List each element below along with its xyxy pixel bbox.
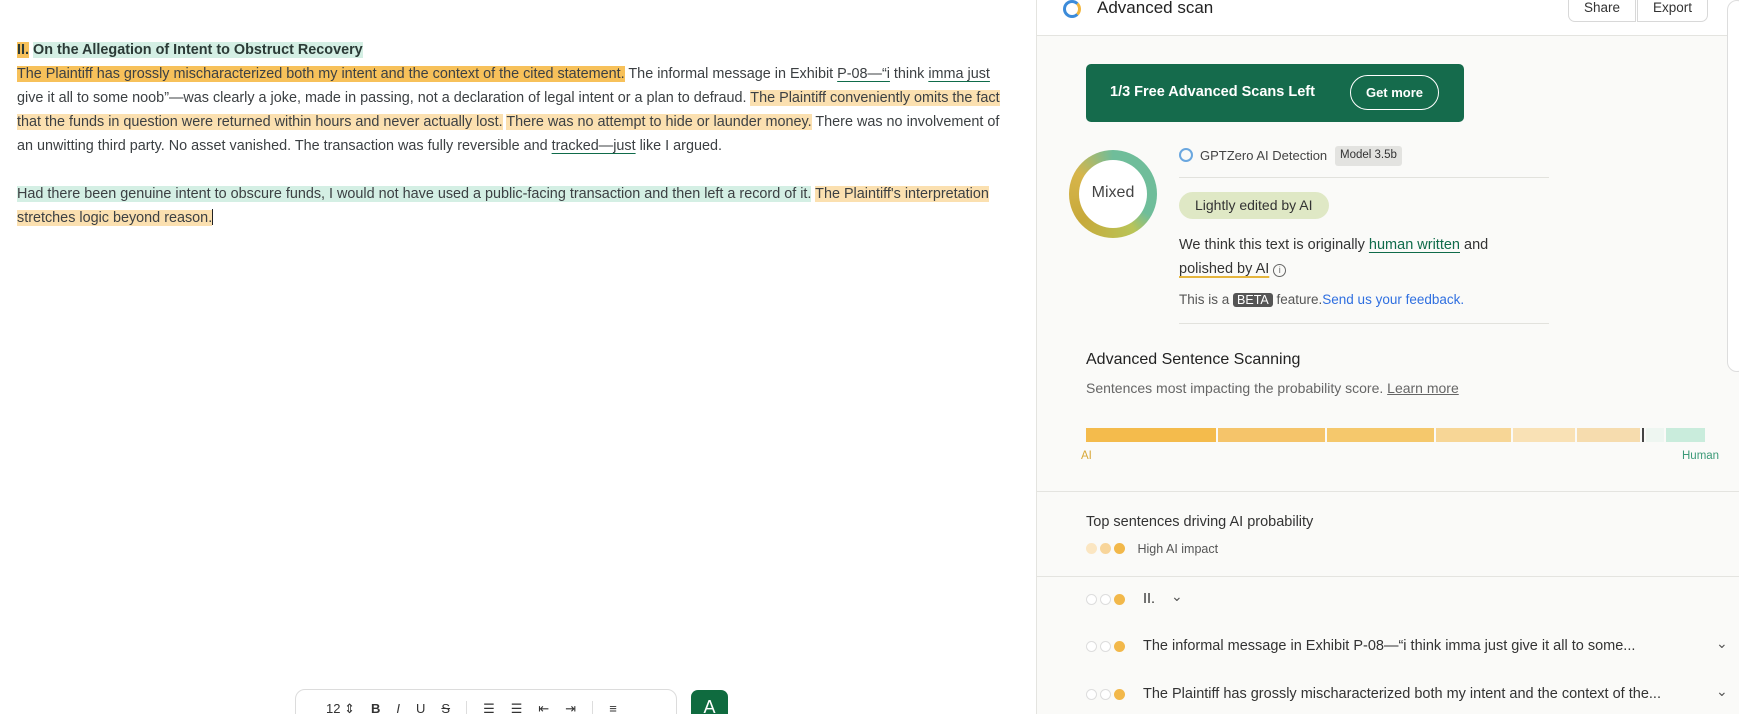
- align-left-icon[interactable]: ≡: [609, 701, 617, 714]
- sentence-text: The informal message in Exhibit: [624, 66, 838, 82]
- top-sentence-text: The informal message in Exhibit P-08—“i …: [1143, 638, 1636, 654]
- paragraph-1: The Plaintiff has grossly mischaracteriz…: [17, 62, 1017, 158]
- beta-badge: BETA: [1233, 293, 1273, 307]
- sentence-text: think: [889, 66, 929, 82]
- underline-button[interactable]: U: [416, 701, 425, 714]
- document-body[interactable]: II. On the Allegation of Intent to Obstr…: [17, 38, 1017, 230]
- bar-human-label: Human: [1682, 450, 1720, 462]
- section-heading: II. On the Allegation of Intent to Obstr…: [17, 38, 1017, 62]
- impact-dot-icon: [1100, 543, 1111, 554]
- panel-title: Advanced scan: [1097, 0, 1214, 17]
- bullet-list-icon[interactable]: ☰: [511, 701, 523, 714]
- sentence-ai: There was no attempt to hide or launder …: [506, 114, 812, 130]
- sentence-ai-strong: The Plaintiff has grossly mischaracteriz…: [17, 66, 625, 82]
- section-divider: [1037, 576, 1739, 577]
- impact-dot-icon: [1086, 543, 1097, 554]
- panel-header: Advanced scan Share Export: [1037, 0, 1739, 36]
- detector-label: GPTZero AI Detection: [1200, 148, 1328, 163]
- heading-text: On the Allegation of Intent to Obstruct …: [33, 42, 363, 58]
- bar-ai-label: AI: [1081, 450, 1092, 462]
- toolbar-divider: [592, 701, 594, 714]
- app-root: II. On the Allegation of Intent to Obstr…: [0, 0, 1739, 714]
- document-editor[interactable]: II. On the Allegation of Intent to Obstr…: [0, 0, 1036, 714]
- sentence-text: give it all to some noob”—was clearly a …: [17, 90, 751, 106]
- get-more-button[interactable]: Get more: [1350, 75, 1439, 110]
- chevron-down-icon[interactable]: ⌄: [1716, 635, 1728, 652]
- share-button[interactable]: Share: [1568, 0, 1637, 22]
- bar-marker: [1642, 428, 1644, 442]
- top-sentence-row[interactable]: The Plaintiff has grossly mischaracteriz…: [1086, 683, 1728, 707]
- flagged-phrase[interactable]: P-08—“i: [837, 66, 890, 82]
- impact-dots: [1086, 687, 1128, 703]
- sentence-text: like I argued.: [635, 138, 722, 154]
- bar-segment[interactable]: [1436, 428, 1511, 442]
- top-sentence-text: The Plaintiff has grossly mischaracteriz…: [1143, 686, 1661, 702]
- section-title: Advanced Sentence Scanning: [1086, 351, 1301, 368]
- side-drawer-edge[interactable]: [1727, 0, 1739, 372]
- chevron-down-icon[interactable]: ⌄: [1716, 683, 1728, 700]
- polished-by-ai-link[interactable]: polished by AI: [1179, 261, 1269, 277]
- beta-notice: This is a BETA feature.Send us your feed…: [1179, 292, 1465, 307]
- section-subtitle: Sentences most impacting the probability…: [1086, 380, 1459, 396]
- result-ring: Mixed: [1069, 150, 1157, 238]
- strikethrough-button[interactable]: S: [441, 701, 450, 714]
- verdict-explanation: We think this text is originally human w…: [1179, 237, 1489, 277]
- section-divider: [1037, 491, 1739, 492]
- free-scans-text: 1/3 Free Advanced Scans Left: [1110, 84, 1315, 100]
- text-caret: [212, 209, 214, 225]
- bar-segment[interactable]: [1327, 428, 1434, 442]
- bar-segment[interactable]: [1086, 428, 1216, 442]
- flagged-phrase[interactable]: imma just: [928, 66, 990, 82]
- sentence-probability-bar: [1086, 428, 1711, 442]
- gptzero-detection-icon: [1179, 148, 1193, 162]
- bold-button[interactable]: B: [371, 701, 380, 714]
- result-ring-label: Mixed: [1079, 160, 1147, 228]
- top-sentences-title: Top sentences driving AI probability: [1086, 514, 1314, 530]
- paragraph-2: Had there been genuine intent to obscure…: [17, 182, 1017, 230]
- impact-dots: [1086, 592, 1128, 608]
- verdict-badge: Lightly edited by AI: [1179, 192, 1329, 219]
- bar-segment[interactable]: [1577, 428, 1640, 442]
- flagged-phrase[interactable]: tracked—just: [552, 138, 636, 154]
- learn-more-link[interactable]: Learn more: [1387, 380, 1459, 396]
- free-scans-banner: 1/3 Free Advanced Scans Left Get more: [1086, 64, 1464, 122]
- human-written-link[interactable]: human written: [1369, 237, 1460, 253]
- outdent-icon[interactable]: ⇤: [538, 701, 549, 714]
- feedback-link[interactable]: Send us your feedback.: [1322, 292, 1464, 307]
- sentence-human: Had there been genuine intent to obscure…: [17, 186, 812, 202]
- bar-segment[interactable]: [1666, 428, 1705, 442]
- top-sentence-text: II.: [1143, 591, 1156, 607]
- top-sentence-row[interactable]: The informal message in Exhibit P-08—“i …: [1086, 635, 1728, 659]
- bar-segment[interactable]: [1646, 428, 1664, 442]
- font-size-stepper[interactable]: 12 ⇕: [326, 701, 355, 714]
- divider: [1179, 323, 1549, 324]
- info-icon[interactable]: i: [1273, 264, 1287, 277]
- export-button[interactable]: Export: [1637, 0, 1709, 22]
- top-sentence-row[interactable]: II. ⌄: [1086, 588, 1726, 612]
- bar-segment[interactable]: [1218, 428, 1325, 442]
- toolbar-divider: [466, 701, 468, 714]
- impact-dot-icon: [1114, 543, 1125, 554]
- grammar-assistant-button[interactable]: A: [691, 690, 728, 714]
- heading-number: II.: [17, 42, 29, 58]
- indent-icon[interactable]: ⇥: [565, 701, 576, 714]
- legend-label: High AI impact: [1137, 542, 1219, 556]
- numbered-list-icon[interactable]: ☰: [483, 701, 495, 714]
- bar-segment[interactable]: [1513, 428, 1575, 442]
- divider: [1179, 177, 1549, 178]
- format-toolbar: 12 ⇕ B I U S ☰ ☰ ⇤ ⇥ ≡: [295, 689, 677, 714]
- gptzero-logo-icon: [1063, 0, 1081, 18]
- impact-legend: High AI impact: [1086, 542, 1218, 556]
- advanced-scan-panel: Advanced scan Share Export 1/3 Free Adva…: [1036, 0, 1739, 714]
- model-badge: Model 3.5b: [1335, 146, 1402, 166]
- italic-button[interactable]: I: [396, 701, 400, 714]
- impact-dots: [1086, 639, 1128, 655]
- chevron-down-icon[interactable]: ⌄: [1171, 588, 1183, 605]
